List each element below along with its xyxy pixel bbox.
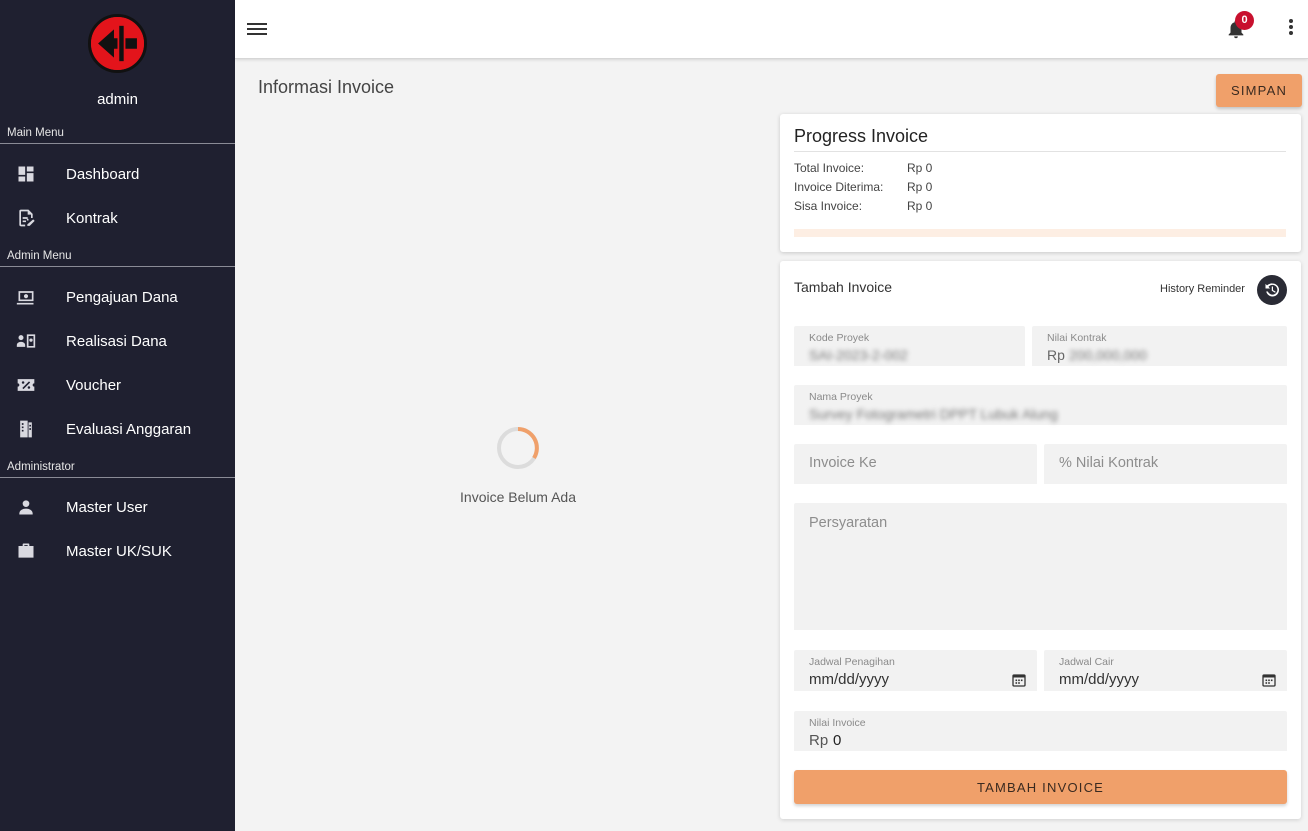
menu-toggle-icon[interactable] [247,20,267,38]
notification-count-badge: 0 [1235,11,1254,30]
company-logo [88,14,147,73]
sidebar-item-label: Dashboard [66,165,140,183]
progress-title: Progress Invoice [794,126,929,146]
history-reminder-label: History Reminder [1160,283,1245,295]
sidebar-item-evaluasi-anggaran[interactable]: Evaluasi Anggaran [0,409,235,449]
field-value: 0 [833,732,842,749]
edit-document-icon [16,208,36,228]
field-value: mm/dd/yyyy [809,671,890,688]
nilai-kontrak-field[interactable]: Nilai Kontrak Rp 200,000,000 [1032,326,1287,366]
tambah-invoice-button[interactable]: TAMBAH INVOICE [794,770,1287,804]
field-value: SAI-2023-2-002 [809,347,908,363]
progress-divider [794,151,1286,152]
history-icon [1265,283,1280,297]
persen-nilai-kontrak-input[interactable]: % Nilai Kontrak [1044,444,1287,484]
currency-prefix: Rp [1047,347,1065,363]
sidebar-item-realisasi-dana[interactable]: Realisasi Dana [0,321,235,361]
top-bar: 0 [235,0,1308,59]
field-label: Nama Proyek [809,391,873,403]
person-icon [16,497,36,517]
money-icon [16,287,36,307]
invoice-progress-bar [794,229,1286,237]
page-title: Informasi Invoice [258,77,395,97]
field-label: Jadwal Cair [1059,656,1114,668]
nama-proyek-field[interactable]: Nama Proyek Survey Fotogrametri DPPT Lub… [794,385,1287,425]
save-button[interactable]: SIMPAN [1216,74,1302,107]
dashboard-icon [16,164,36,184]
sidebar-item-master-user[interactable]: Master User [0,487,235,527]
invoice-diterima-value: Rp 0 [907,180,933,194]
sidebar-item-kontrak[interactable]: Kontrak [0,198,235,238]
calendar-icon[interactable] [1261,672,1277,688]
field-value: Survey Fotogrametri DPPT Lubuk Alung [809,406,1058,422]
total-invoice-label: Total Invoice: [794,161,865,175]
sidebar-item-pengajuan-dana[interactable]: Pengajuan Dana [0,277,235,317]
user-name: admin [97,91,138,108]
sidebar-item-label: Pengajuan Dana [66,288,178,306]
field-placeholder: % Nilai Kontrak [1059,455,1159,471]
kode-proyek-field[interactable]: Kode Proyek SAI-2023-2-002 [794,326,1025,366]
briefcase-icon [16,541,36,561]
section-label-admin-menu: Admin Menu [7,250,72,262]
sidebar: admin Main Menu Dashboard Kontrak Admin … [0,0,235,831]
tambah-invoice-card: Tambah Invoice History Reminder Kode Pro… [780,261,1301,819]
voucher-icon [16,375,36,395]
sidebar-item-label: Master UK/SUK [66,542,172,560]
jadwal-penagihan-input[interactable]: Jadwal Penagihan mm/dd/yyyy [794,650,1037,691]
empty-state-text: Invoice Belum Ada [460,489,576,505]
section-label-main-menu: Main Menu [7,127,64,139]
persyaratan-textarea[interactable]: Persyaratan [794,503,1287,630]
total-invoice-value: Rp 0 [907,161,933,175]
sidebar-item-voucher[interactable]: Voucher [0,365,235,405]
transfer-icon [16,331,36,351]
currency-prefix: Rp [809,732,829,749]
calendar-icon[interactable] [1011,672,1027,688]
sidebar-item-label: Voucher [66,376,122,394]
field-label: Nilai Invoice [809,717,866,729]
field-value: mm/dd/yyyy [1059,671,1140,688]
form-title: Tambah Invoice [794,279,893,295]
evaluation-icon [16,419,36,439]
progress-invoice-card: Progress Invoice Total Invoice: Rp 0 Inv… [780,114,1301,252]
field-value: 200,000,000 [1069,347,1147,363]
section-divider [0,477,235,478]
section-divider [0,266,235,267]
field-placeholder: Persyaratan [809,515,888,531]
sidebar-item-label: Kontrak [66,209,118,227]
sisa-invoice-label: Sisa Invoice: [794,199,863,213]
sidebar-item-label: Master User [66,498,148,516]
invoice-diterima-label: Invoice Diterima: [794,180,884,194]
sidebar-item-dashboard[interactable]: Dashboard [0,154,235,194]
field-label: Kode Proyek [809,332,870,344]
sisa-invoice-value: Rp 0 [907,199,933,213]
more-options-icon[interactable] [1287,19,1295,39]
field-placeholder: Invoice Ke [809,455,877,471]
history-reminder-button[interactable] [1257,275,1287,305]
field-label: Jadwal Penagihan [809,656,895,668]
section-label-administrator: Administrator [7,461,75,473]
nilai-invoice-input[interactable]: Nilai Invoice Rp 0 [794,711,1287,751]
loading-spinner-icon [497,427,539,469]
invoice-ke-input[interactable]: Invoice Ke [794,444,1037,484]
section-divider [0,143,235,144]
field-label: Nilai Kontrak [1047,332,1107,344]
sidebar-item-label: Realisasi Dana [66,332,167,350]
sidebar-item-label: Evaluasi Anggaran [66,420,192,438]
sidebar-item-master-uk-suk[interactable]: Master UK/SUK [0,531,235,571]
jadwal-cair-input[interactable]: Jadwal Cair mm/dd/yyyy [1044,650,1287,691]
